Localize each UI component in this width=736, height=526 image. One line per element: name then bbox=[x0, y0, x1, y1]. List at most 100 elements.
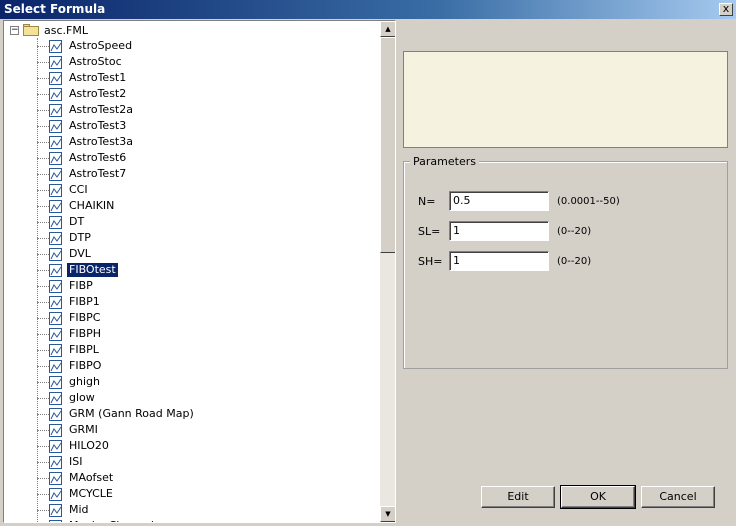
formula-chart-icon bbox=[49, 471, 62, 485]
tree-item[interactable]: AstroTest7 bbox=[37, 166, 128, 182]
formula-chart-icon bbox=[49, 407, 62, 421]
tree-item[interactable]: MovingChannel bbox=[37, 518, 156, 522]
tree-item[interactable]: FIBP1 bbox=[37, 294, 102, 310]
formula-chart-icon bbox=[49, 71, 62, 85]
scroll-thumb[interactable] bbox=[380, 37, 395, 253]
scroll-down-button[interactable]: ▼ bbox=[380, 506, 395, 522]
formula-chart-icon bbox=[49, 391, 62, 405]
formula-chart-icon bbox=[49, 247, 62, 261]
tree-connector bbox=[37, 253, 49, 255]
param-sh-input[interactable]: 1 bbox=[449, 251, 549, 271]
tree-item-label: Mid bbox=[69, 503, 89, 516]
param-n-input[interactable]: 0.5 bbox=[449, 191, 549, 211]
formula-chart-icon bbox=[49, 295, 62, 309]
tree-item[interactable]: DVL bbox=[37, 246, 93, 262]
tree-connector bbox=[37, 301, 49, 303]
tree-item[interactable]: GRMI bbox=[37, 422, 100, 438]
formula-chart-icon bbox=[49, 423, 62, 437]
tree-item[interactable]: CCI bbox=[37, 182, 90, 198]
tree-connector bbox=[37, 445, 49, 447]
tree-item[interactable]: DTP bbox=[37, 230, 93, 246]
tree-item-label: AstroTest7 bbox=[69, 167, 127, 180]
tree-item-label: GRMI bbox=[69, 423, 98, 436]
tree-item[interactable]: Mid bbox=[37, 502, 91, 518]
tree-item-label: AstroSpeed bbox=[69, 39, 133, 52]
formula-chart-icon bbox=[49, 135, 62, 149]
tree-connector bbox=[37, 221, 49, 223]
tree-connector bbox=[37, 477, 49, 479]
tree-item[interactable]: FIBPL bbox=[37, 342, 101, 358]
tree-connector bbox=[37, 285, 49, 287]
tree-item[interactable]: AstroTest3a bbox=[37, 134, 135, 150]
param-range: (0--20) bbox=[557, 255, 592, 267]
tree-connector bbox=[37, 109, 49, 111]
tree-connector bbox=[37, 125, 49, 127]
tree-item[interactable]: FIBP bbox=[37, 278, 95, 294]
formula-chart-icon bbox=[49, 151, 62, 165]
formula-chart-icon bbox=[49, 263, 62, 277]
formula-chart-icon bbox=[49, 119, 62, 133]
tree-connector bbox=[37, 317, 49, 319]
formula-chart-icon bbox=[49, 439, 62, 453]
formula-chart-icon bbox=[49, 359, 62, 373]
tree-item-label: glow bbox=[69, 391, 95, 404]
tree-item[interactable]: FIBPO bbox=[37, 358, 103, 374]
tree-item-label: FIBP bbox=[69, 279, 93, 292]
tree-connector bbox=[37, 141, 49, 143]
tree-connector bbox=[37, 93, 49, 95]
tree-item[interactable]: DT bbox=[37, 214, 86, 230]
formula-chart-icon bbox=[49, 343, 62, 357]
tree-item[interactable]: AstroTest6 bbox=[37, 150, 128, 166]
tree-item[interactable]: ISI bbox=[37, 454, 84, 470]
tree-item-label: MCYCLE bbox=[69, 487, 113, 500]
tree-connector bbox=[37, 413, 49, 415]
tree-item[interactable]: AstroTest2a bbox=[37, 102, 135, 118]
tree-item[interactable]: AstroTest3 bbox=[37, 118, 128, 134]
tree-item[interactable]: glow bbox=[37, 390, 97, 406]
tree-item-label: AstroStoc bbox=[69, 55, 122, 68]
tree-item[interactable]: AstroTest1 bbox=[37, 70, 128, 86]
close-button[interactable]: x bbox=[719, 3, 733, 16]
tree-item[interactable]: ghigh bbox=[37, 374, 102, 390]
tree-item[interactable]: AstroTest2 bbox=[37, 86, 128, 102]
tree-item-label: AstroTest2a bbox=[69, 103, 133, 116]
tree-connector bbox=[37, 237, 49, 239]
param-sl-input[interactable]: 1 bbox=[449, 221, 549, 241]
cancel-button[interactable]: Cancel bbox=[641, 486, 715, 508]
ok-button[interactable]: OK bbox=[560, 485, 636, 509]
tree-item[interactable]: CHAIKIN bbox=[37, 198, 116, 214]
tree-item[interactable]: FIBPH bbox=[37, 326, 103, 342]
tree-item-label: ISI bbox=[69, 455, 83, 468]
formula-chart-icon bbox=[49, 231, 62, 245]
formula-chart-icon bbox=[49, 183, 62, 197]
edit-button[interactable]: Edit bbox=[481, 486, 555, 508]
vertical-scrollbar[interactable]: ▲ ▼ bbox=[380, 21, 395, 522]
scroll-up-button[interactable]: ▲ bbox=[380, 21, 395, 37]
tree-connector bbox=[37, 189, 49, 191]
formula-chart-icon bbox=[49, 55, 62, 69]
tree-root[interactable]: − asc.FML bbox=[10, 22, 88, 38]
formula-chart-icon bbox=[49, 327, 62, 341]
tree-item[interactable]: AstroSpeed bbox=[37, 38, 134, 54]
param-range: (0--20) bbox=[557, 225, 592, 237]
tree-connector bbox=[37, 61, 49, 63]
tree-item[interactable]: FIBOtest bbox=[37, 262, 118, 278]
formula-chart-icon bbox=[49, 215, 62, 229]
tree-item[interactable]: AstroStoc bbox=[37, 54, 124, 70]
formula-tree[interactable]: − asc.FML AstroSpeed AstroStoc AstroTest1 A… bbox=[3, 20, 396, 523]
formula-chart-icon bbox=[49, 167, 62, 181]
tree-item[interactable]: FIBPC bbox=[37, 310, 102, 326]
tree-item-label: CCI bbox=[69, 183, 88, 196]
tree-connector bbox=[37, 429, 49, 431]
parameters-title: Parameters bbox=[410, 155, 479, 168]
tree-item[interactable]: MCYCLE bbox=[37, 486, 115, 502]
collapse-icon[interactable]: − bbox=[10, 25, 19, 35]
tree-item[interactable]: GRM (Gann Road Map) bbox=[37, 406, 196, 422]
tree-item[interactable]: HILO20 bbox=[37, 438, 111, 454]
window-title: Select Formula bbox=[4, 2, 106, 16]
tree-item[interactable]: MAofset bbox=[37, 470, 115, 486]
tree-item-label: MovingChannel bbox=[67, 519, 156, 522]
tree-connector bbox=[37, 349, 49, 351]
tree-item-label: AstroTest1 bbox=[69, 71, 127, 84]
tree-item-label: FIBPO bbox=[69, 359, 102, 372]
